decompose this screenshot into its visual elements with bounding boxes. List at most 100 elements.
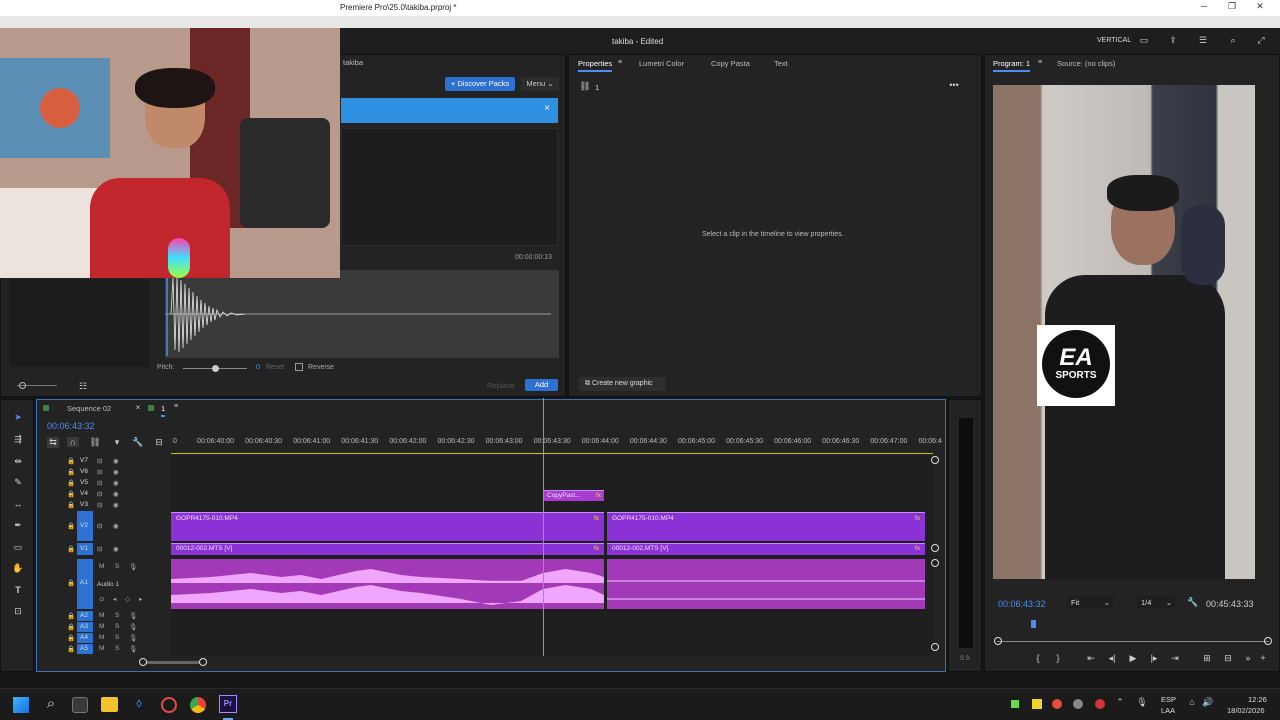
mute-button[interactable]: M [99, 563, 104, 570]
tab-copy-pasta[interactable]: Copy Pasta [711, 59, 750, 68]
close-sequence-icon[interactable]: × [133, 403, 143, 412]
eye-icon[interactable]: ◉ [113, 501, 119, 509]
solo-button[interactable]: S [115, 645, 119, 652]
a1-clip-left[interactable] [171, 559, 604, 609]
go-to-in-icon[interactable]: ⇤ [1085, 653, 1097, 664]
keyframe-add-icon[interactable]: ◇ [125, 595, 130, 603]
scrubber-start-handle[interactable] [994, 637, 1002, 645]
file-explorer-icon[interactable] [101, 697, 118, 712]
captions-icon[interactable]: ⊟ [153, 437, 165, 448]
more-options-icon[interactable]: ••• [947, 80, 961, 90]
microphone-icon[interactable]: 🎙 [129, 645, 137, 653]
lock-icon[interactable]: 🔒 [67, 479, 75, 487]
slip-tool-icon[interactable]: ↔ [10, 499, 26, 509]
resolution-dropdown[interactable]: 1/4 ⌄ [1137, 596, 1175, 609]
sync-lock-icon[interactable]: ⊟ [97, 545, 102, 553]
banner-close-icon[interactable]: × [544, 103, 550, 114]
program-playhead[interactable] [1031, 620, 1036, 628]
razor-icon[interactable]: ✎ [10, 477, 26, 488]
scroll-handle-audio[interactable] [931, 559, 939, 567]
add-button[interactable]: Add [525, 379, 558, 391]
copypasta-clip[interactable]: CopyPast... fx [544, 490, 604, 501]
tab-sequence-02[interactable]: Sequence 02 [67, 404, 111, 413]
program-scrubber[interactable] [997, 641, 1269, 642]
menu-dropdown[interactable]: Menu ⌄ [521, 77, 559, 91]
close-icon[interactable]: ✕ [1246, 1, 1274, 15]
restore-icon[interactable]: ❐ [1218, 1, 1246, 15]
lock-icon[interactable]: 🔒 [67, 579, 75, 587]
eye-icon[interactable]: ◉ [113, 545, 119, 553]
lock-icon[interactable]: 🔒 [67, 522, 75, 530]
keyframe-next-icon[interactable]: ▸ [139, 595, 142, 603]
tab-properties[interactable]: Properties [578, 59, 613, 72]
menu-icon[interactable]: ☰ [1196, 35, 1210, 46]
panel-icon[interactable]: ▭ [1137, 35, 1151, 46]
tray-icon-1[interactable] [1011, 700, 1019, 708]
sync-lock-icon[interactable]: ⊟ [97, 501, 102, 509]
type-tool-icon[interactable]: T [10, 585, 26, 595]
linked-selection-icon[interactable]: ⛓ [89, 437, 101, 448]
microphone-icon[interactable]: 🎙 [129, 612, 137, 620]
microphone-icon[interactable]: 🎙 [129, 634, 137, 642]
mute-button[interactable]: M [99, 623, 104, 630]
scrubber-end-handle[interactable] [1264, 637, 1272, 645]
scroll-handle-top[interactable] [931, 456, 939, 464]
volume-icon[interactable]: 🔊 [1202, 697, 1214, 708]
reset-button[interactable]: Reset [266, 364, 284, 371]
microphone-icon[interactable]: 🎙 [129, 623, 137, 631]
tray-icon-5[interactable] [1095, 699, 1105, 709]
snap-icon[interactable]: ∩ [67, 437, 79, 447]
clock-date[interactable]: 18/02/2026 [1227, 706, 1265, 715]
clock-time[interactable]: 12:26 [1248, 695, 1267, 704]
tray-icon-3[interactable] [1052, 699, 1062, 709]
task-view-icon[interactable] [72, 697, 88, 713]
eye-icon[interactable]: ◉ [113, 479, 119, 487]
lock-icon[interactable]: 🔒 [67, 645, 75, 653]
mute-button[interactable]: M [99, 612, 104, 619]
network-icon[interactable]: ⌂ [1186, 697, 1198, 707]
lock-icon[interactable]: 🔒 [67, 501, 75, 509]
tab-program[interactable]: Program: 1 [993, 59, 1031, 72]
search-icon[interactable]: ⌕ [42, 695, 60, 712]
tab-source[interactable]: Source: (no clips) [1057, 59, 1115, 68]
timeline-current-time[interactable]: 00:06:43:32 [47, 421, 95, 431]
ripple-edit-icon[interactable]: ⇹ [10, 456, 26, 467]
track-area[interactable]: CopyPast... fx GOPR4175-010.MP4 fx GOPR417… [171, 398, 933, 656]
lock-icon[interactable]: 🔒 [67, 457, 75, 465]
caption-tool-icon[interactable]: ⊡ [10, 606, 26, 617]
sync-lock-icon[interactable]: ⊟ [97, 479, 102, 487]
eye-icon[interactable]: ◉ [113, 490, 119, 498]
program-menu-icon[interactable]: ≡ [1035, 59, 1045, 66]
wrench-icon[interactable]: 🔧 [1187, 597, 1199, 608]
add-marker-icon[interactable]: ▾ [111, 437, 123, 448]
volume-knob-icon[interactable]: ⊙ [99, 595, 104, 603]
v1-clip-left[interactable]: 00012-002.MTS [V] fx [171, 543, 604, 555]
tab-lumetri-color[interactable]: Lumetri Color [639, 59, 684, 68]
fullscreen-icon[interactable]: ⤢ [1254, 35, 1268, 46]
step-back-icon[interactable]: ◂| [1106, 653, 1118, 664]
chrome-icon[interactable] [190, 697, 206, 713]
hscroll-start-handle[interactable] [139, 658, 147, 666]
lock-icon[interactable]: 🔒 [67, 468, 75, 476]
solo-button[interactable]: S [115, 623, 119, 630]
sequence-menu-icon[interactable]: ≡ [171, 403, 181, 410]
nest-icon[interactable]: ⇆ [47, 437, 59, 448]
v2-clip-left[interactable]: GOPR4175-010.MP4 fx [171, 512, 604, 541]
lock-icon[interactable]: 🔒 [67, 623, 75, 631]
windows-start-icon[interactable] [13, 697, 29, 713]
tab-takiba[interactable]: takiba [343, 58, 363, 67]
eye-icon[interactable]: ◉ [113, 457, 119, 465]
search-icon[interactable]: ⌕ [1226, 35, 1240, 46]
solo-button[interactable]: S [115, 612, 119, 619]
replace-button[interactable]: Replace [487, 381, 515, 390]
hscroll-end-handle[interactable] [199, 658, 207, 666]
v2-clip-right[interactable]: GOPR4175-010.MP4 fx [607, 512, 925, 541]
waveform-view[interactable] [165, 270, 559, 358]
lock-icon[interactable]: 🔒 [67, 545, 75, 553]
more-buttons-icon[interactable]: » [1241, 653, 1255, 663]
eye-icon[interactable]: ◉ [113, 522, 119, 530]
program-current-time[interactable]: 00:06:43:32 [998, 599, 1046, 609]
premiere-pro-icon[interactable]: Pr [219, 695, 237, 713]
minimize-icon[interactable]: ─ [1190, 1, 1218, 15]
sync-lock-icon[interactable]: ⊟ [97, 522, 102, 530]
